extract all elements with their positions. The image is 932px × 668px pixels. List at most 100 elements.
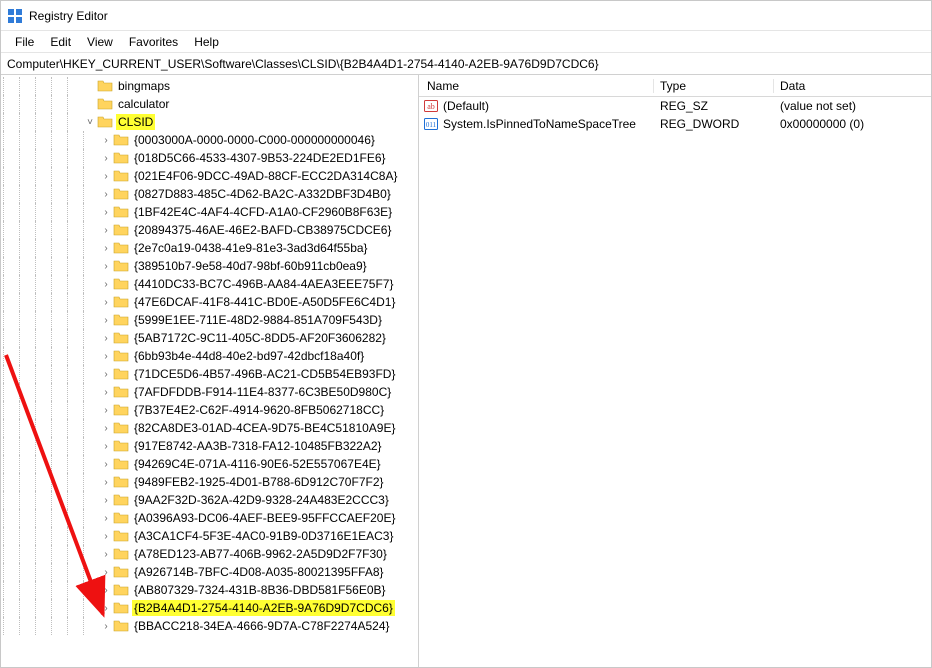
tree-label: {5999E1EE-711E-48D2-9884-851A709F543D} bbox=[132, 312, 384, 328]
tree-item-clsid-child[interactable]: ›{6bb93b4e-44d8-40e2-bd97-42dbcf18a40f} bbox=[3, 347, 418, 365]
column-header-type[interactable]: Type bbox=[654, 79, 774, 93]
value-type: REG_DWORD bbox=[654, 117, 774, 131]
tree-label: bingmaps bbox=[116, 78, 172, 94]
tree-label: {BBACC218-34EA-4666-9D7A-C78F2274A524} bbox=[132, 618, 392, 634]
tree-label: {021E4F06-9DCC-49AD-88CF-ECC2DA314C8A} bbox=[132, 168, 399, 184]
tree-label: {5AB7172C-9C11-405C-8DD5-AF20F3606282} bbox=[132, 330, 388, 346]
tree-label: {71DCE5D6-4B57-496B-AC21-CD5B54EB93FD} bbox=[132, 366, 397, 382]
folder-icon bbox=[113, 529, 129, 543]
tree-item-clsid-child[interactable]: › {71DCE5D6-4B57-496B-AC21-CD5B54EB93FD} bbox=[3, 365, 418, 383]
menu-favorites[interactable]: Favorites bbox=[121, 33, 186, 51]
tree-item-clsid-child[interactable]: › {7B37E4E2-C62F-4914-9620-8FB5062718CC} bbox=[3, 401, 418, 419]
chevron-right-icon[interactable]: › bbox=[99, 477, 113, 488]
chevron-right-icon[interactable]: › bbox=[99, 387, 113, 398]
menu-help[interactable]: Help bbox=[186, 33, 227, 51]
tree-item-clsid-child[interactable]: ›{0827D883-485C-4D62-BA2C-A332DBF3D4B0} bbox=[3, 185, 418, 203]
menu-edit[interactable]: Edit bbox=[42, 33, 79, 51]
tree-item-bingmaps[interactable]: bingmaps bbox=[3, 77, 418, 95]
column-header-data[interactable]: Data bbox=[774, 79, 931, 93]
chevron-right-icon[interactable]: › bbox=[99, 189, 113, 200]
chevron-right-icon[interactable]: › bbox=[99, 171, 113, 182]
address-path: Computer\HKEY_CURRENT_USER\Software\Clas… bbox=[7, 57, 599, 71]
value-data: (value not set) bbox=[774, 99, 931, 113]
chevron-right-icon[interactable]: › bbox=[99, 405, 113, 416]
svg-text:ab: ab bbox=[427, 102, 435, 111]
tree-item-clsid-child[interactable]: ›{389510b7-9e58-40d7-98bf-60b911cb0ea9} bbox=[3, 257, 418, 275]
tree-label: {20894375-46AE-46E2-BAFD-CB38975CDCE6} bbox=[132, 222, 394, 238]
tree-label: {82CA8DE3-01AD-4CEA-9D75-BE4C51810A9E} bbox=[132, 420, 398, 436]
expander-icon[interactable]: ˅ bbox=[83, 117, 97, 128]
tree-item-clsid-child[interactable]: ›{A3CA1CF4-5F3E-4AC0-91B9-0D3716E1EAC3} bbox=[3, 527, 418, 545]
registry-tree: bingmapscalculator˅CLSID›{0003000A-0000-… bbox=[1, 75, 418, 637]
chevron-right-icon[interactable]: › bbox=[99, 621, 113, 632]
tree-item-clsid-child[interactable]: › {82CA8DE3-01AD-4CEA-9D75-BE4C51810A9E} bbox=[3, 419, 418, 437]
chevron-right-icon[interactable]: › bbox=[99, 369, 113, 380]
tree-label: {1BF42E4C-4AF4-4CFD-A1A0-CF2960B8F63E} bbox=[132, 204, 394, 220]
column-header-name[interactable]: Name bbox=[419, 79, 654, 93]
folder-icon bbox=[97, 97, 113, 111]
tree-item-clsid-child[interactable]: › {20894375-46AE-46E2-BAFD-CB38975CDCE6} bbox=[3, 221, 418, 239]
folder-icon bbox=[113, 475, 129, 489]
folder-icon bbox=[113, 511, 129, 525]
tree-label: {7B37E4E2-C62F-4914-9620-8FB5062718CC} bbox=[132, 402, 386, 418]
value-row[interactable]: 011System.IsPinnedToNameSpaceTreeREG_DWO… bbox=[419, 115, 931, 133]
chevron-right-icon[interactable]: › bbox=[99, 441, 113, 452]
chevron-right-icon[interactable]: › bbox=[99, 153, 113, 164]
chevron-right-icon[interactable]: › bbox=[99, 549, 113, 560]
tree-item-clsid-child[interactable]: › {5AB7172C-9C11-405C-8DD5-AF20F3606282} bbox=[3, 329, 418, 347]
tree-item-clsid-child[interactable]: ›{7AFDFDDB-F914-11E4-8377-6C3BE50D980C} bbox=[3, 383, 418, 401]
chevron-right-icon[interactable]: › bbox=[99, 333, 113, 344]
folder-icon bbox=[113, 493, 129, 507]
chevron-right-icon[interactable]: › bbox=[99, 135, 113, 146]
folder-icon bbox=[113, 277, 129, 291]
tree-item-clsid-child[interactable]: ›{A0396A93-DC06-4AEF-BEE9-95FFCCAEF20E} bbox=[3, 509, 418, 527]
chevron-right-icon[interactable]: › bbox=[99, 423, 113, 434]
tree-item-clsid-child[interactable]: ›{4410DC33-BC7C-496B-AA84-4AEA3EEE75F7} bbox=[3, 275, 418, 293]
tree-item-calculator[interactable]: calculator bbox=[3, 95, 418, 113]
chevron-right-icon[interactable]: › bbox=[99, 585, 113, 596]
folder-icon bbox=[97, 79, 113, 93]
tree-item-clsid-child[interactable]: ›{47E6DCAF-41F8-441C-BD0E-A50D5FE6C4D1} bbox=[3, 293, 418, 311]
tree-item-clsid-child[interactable]: ›{94269C4E-071A-4116-90E6-52E557067E4E} bbox=[3, 455, 418, 473]
tree-item-clsid-child[interactable]: ›{2e7c0a19-0438-41e9-81e3-3ad3d64f55ba} bbox=[3, 239, 418, 257]
chevron-right-icon[interactable]: › bbox=[99, 459, 113, 470]
chevron-right-icon[interactable]: › bbox=[99, 495, 113, 506]
tree-item-clsid-child[interactable]: › {BBACC218-34EA-4666-9D7A-C78F2274A524} bbox=[3, 617, 418, 635]
chevron-right-icon[interactable]: › bbox=[99, 225, 113, 236]
chevron-right-icon[interactable]: › bbox=[99, 279, 113, 290]
chevron-right-icon[interactable]: › bbox=[99, 531, 113, 542]
tree-item-clsid-child[interactable]: ›{018D5C66-4533-4307-9B53-224DE2ED1FE6} bbox=[3, 149, 418, 167]
values-list: ab(Default)REG_SZ(value not set)011Syste… bbox=[419, 97, 931, 667]
tree-item-clsid-child[interactable]: › {1BF42E4C-4AF4-4CFD-A1A0-CF2960B8F63E} bbox=[3, 203, 418, 221]
menu-view[interactable]: View bbox=[79, 33, 121, 51]
value-row[interactable]: ab(Default)REG_SZ(value not set) bbox=[419, 97, 931, 115]
tree-item-clsid-child[interactable]: ›{AB807329-7324-431B-8B36-DBD581F56E0B} bbox=[3, 581, 418, 599]
chevron-right-icon[interactable]: › bbox=[99, 315, 113, 326]
folder-icon bbox=[113, 349, 129, 363]
tree-item-clsid-child[interactable]: ›{0003000A-0000-0000-C000-000000000046} bbox=[3, 131, 418, 149]
tree-item-clsid-child[interactable]: › {A926714B-7BFC-4D08-A035-80021395FFA8} bbox=[3, 563, 418, 581]
chevron-right-icon[interactable]: › bbox=[99, 567, 113, 578]
tree-item-clsid[interactable]: ˅CLSID bbox=[3, 113, 418, 131]
menu-file[interactable]: File bbox=[7, 33, 42, 51]
tree-label: {A926714B-7BFC-4D08-A035-80021395FFA8} bbox=[132, 564, 386, 580]
tree-item-clsid-child[interactable]: › {917E8742-AA3B-7318-FA12-10485FB322A2} bbox=[3, 437, 418, 455]
chevron-right-icon[interactable]: › bbox=[99, 603, 113, 614]
registry-editor-window: Registry Editor File Edit View Favorites… bbox=[0, 0, 932, 668]
tree-item-clsid-child[interactable]: ›{A78ED123-AB77-406B-9962-2A5D9D2F7F30} bbox=[3, 545, 418, 563]
chevron-right-icon[interactable]: › bbox=[99, 243, 113, 254]
address-bar[interactable]: Computer\HKEY_CURRENT_USER\Software\Clas… bbox=[1, 53, 931, 75]
chevron-right-icon[interactable]: › bbox=[99, 261, 113, 272]
tree-label: {917E8742-AA3B-7318-FA12-10485FB322A2} bbox=[132, 438, 384, 454]
tree-item-clsid-child[interactable]: › {021E4F06-9DCC-49AD-88CF-ECC2DA314C8A} bbox=[3, 167, 418, 185]
tree-item-clsid-child[interactable]: ›{9AA2F32D-362A-42D9-9328-24A483E2CCC3} bbox=[3, 491, 418, 509]
chevron-right-icon[interactable]: › bbox=[99, 207, 113, 218]
tree-item-clsid-child[interactable]: › {5999E1EE-711E-48D2-9884-851A709F543D} bbox=[3, 311, 418, 329]
tree-item-clsid-child[interactable]: ›{9489FEB2-1925-4D01-B788-6D912C70F7F2} bbox=[3, 473, 418, 491]
tree-item-clsid-child[interactable]: ›{B2B4A4D1-2754-4140-A2EB-9A76D9D7CDC6} bbox=[3, 599, 418, 617]
chevron-right-icon[interactable]: › bbox=[99, 297, 113, 308]
chevron-right-icon[interactable]: › bbox=[99, 513, 113, 524]
folder-icon bbox=[97, 115, 113, 129]
tree-pane[interactable]: bingmapscalculator˅CLSID›{0003000A-0000-… bbox=[1, 75, 419, 667]
chevron-right-icon[interactable]: › bbox=[99, 351, 113, 362]
